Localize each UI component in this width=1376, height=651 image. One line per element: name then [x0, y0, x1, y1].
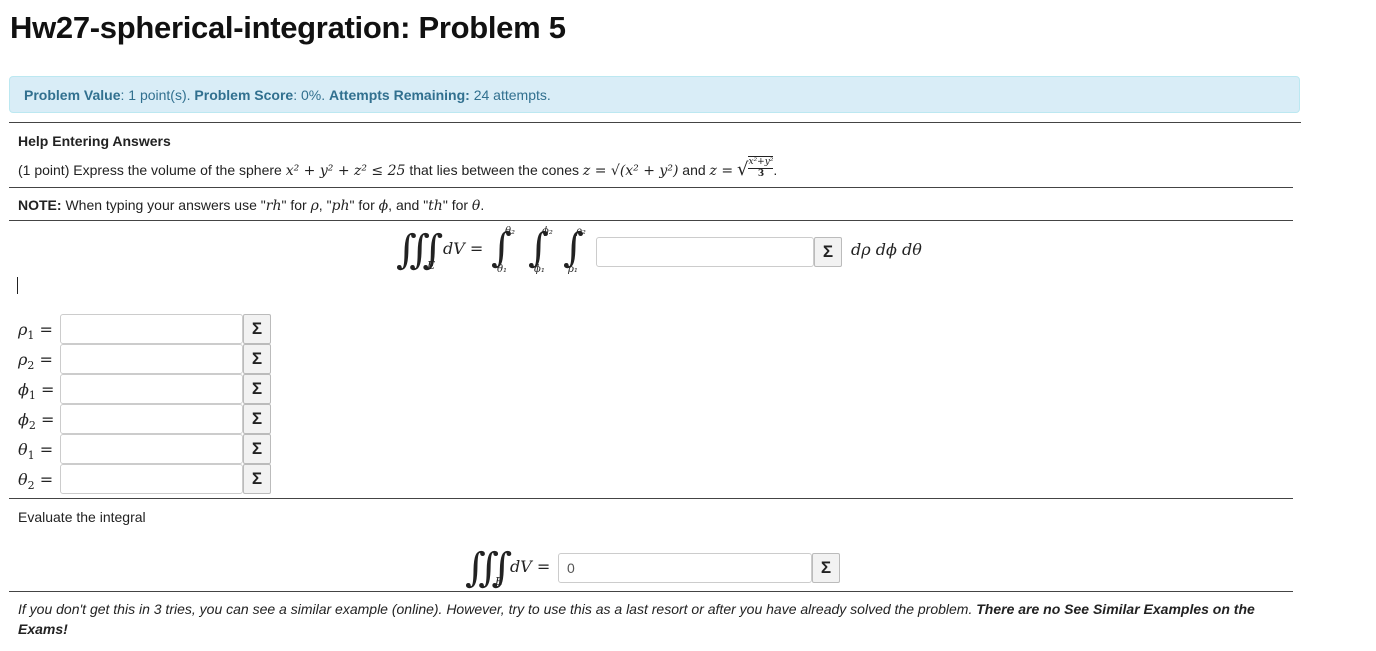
bound-symbol: θ [18, 440, 28, 459]
bound-subscript: 2 [27, 479, 35, 493]
problem-value-text: : 1 point(s). [120, 87, 191, 103]
equals-sign: = [35, 380, 55, 399]
integral-value-input[interactable] [558, 553, 812, 583]
problem-info-bar: Problem Value: 1 point(s). Problem Score… [9, 76, 1300, 113]
note-ph: ph [331, 198, 350, 214]
eval-triple-integral-symbol: ∭ [465, 545, 513, 591]
limit-theta-lower: θ₁ [497, 264, 508, 275]
integrand-equation-editor-button[interactable]: Σ [814, 237, 842, 267]
sqrt-icon: √ [737, 159, 749, 180]
evaluate-label: Evaluate the integral [18, 509, 146, 525]
note-rho: ρ [310, 198, 319, 214]
sphere-inequality: x² + y² + z² ≤ 25 [285, 163, 406, 179]
limit-theta-upper: θ₂ [505, 226, 516, 237]
triple-integral-symbol: ∭ [396, 227, 444, 273]
note-text: . [480, 197, 485, 213]
note-text: " for [349, 197, 375, 213]
divider [9, 220, 1293, 221]
note-label: NOTE: [18, 197, 62, 213]
equals-sign: = [34, 350, 53, 369]
bound-equation-editor-button[interactable]: Σ [243, 344, 271, 374]
problem-score-text: : 0%. [293, 87, 326, 103]
bound-label: θ2 = [18, 470, 53, 492]
equals-sign: = [34, 320, 53, 339]
text-cursor [17, 277, 18, 294]
note-text: , " [318, 197, 332, 213]
integral-value-equation-editor-button[interactable]: Σ [812, 553, 840, 583]
divider [9, 187, 1293, 188]
equals-sign: = [34, 470, 54, 489]
cone-1: z = √(x² + y²) [582, 163, 679, 179]
note-th: th [428, 198, 443, 214]
bound-subscript: 1 [27, 449, 35, 463]
bound-input[interactable] [60, 404, 243, 434]
bound-symbol: ρ [18, 320, 28, 339]
bound-equation-editor-button[interactable]: Σ [243, 464, 271, 494]
eval-integral-dv: dV = [510, 557, 551, 576]
integral-differentials: dρ dϕ dθ [851, 240, 922, 259]
bound-label: ϕ2 = [18, 410, 54, 432]
note-text: When typing your answers use " [65, 197, 266, 213]
cone-2-fraction: x²+y² 3 [748, 156, 774, 180]
attempts-remaining-label: Attempts Remaining: [329, 87, 470, 103]
problem-middle: that lies between the cones [409, 162, 579, 178]
problem-prefix: (1 point) Express the volume of the sphe… [18, 162, 282, 178]
cone-2-denominator: 3 [757, 169, 765, 180]
bound-symbol: θ [18, 470, 28, 489]
bound-subscript: 2 [28, 419, 36, 433]
equals-sign: = [35, 410, 55, 429]
bound-input[interactable] [60, 434, 243, 464]
cone-2-numerator: x²+y² [748, 157, 774, 170]
similar-example-note: If you don't get this in 3 tries, you ca… [18, 599, 1278, 639]
page-title: Hw27-spherical-integration: Problem 5 [10, 10, 566, 45]
note-text: " for [442, 197, 469, 213]
limit-phi-upper: ϕ₂ [542, 226, 553, 237]
problem-period: . [773, 162, 778, 178]
note-text: , and " [388, 197, 429, 213]
eval-integral-domain: E [495, 575, 504, 588]
integral-domain: E [427, 259, 436, 272]
divider [9, 591, 1293, 592]
footer-text: If you don't get this in 3 tries, you ca… [18, 601, 973, 617]
bound-label: ϕ1 = [18, 380, 54, 402]
divider [9, 498, 1293, 499]
bound-symbol: ϕ [18, 380, 29, 399]
bound-subscript: 1 [28, 389, 36, 403]
problem-statement: (1 point) Express the volume of the sphe… [18, 156, 778, 183]
cone-2-lhs: z = [709, 163, 734, 179]
problem-and: and [682, 162, 706, 178]
limit-phi-lower: ϕ₁ [534, 264, 545, 275]
bound-equation-editor-button[interactable]: Σ [243, 404, 271, 434]
bound-input[interactable] [60, 344, 243, 374]
bound-label: ρ1 = [18, 320, 53, 342]
bound-label: ρ2 = [18, 350, 53, 372]
equals-sign: = [34, 440, 54, 459]
help-entering-answers-link[interactable]: Help Entering Answers [18, 133, 171, 149]
bound-equation-editor-button[interactable]: Σ [243, 314, 271, 344]
limit-rho-upper: ρ₂ [576, 226, 586, 237]
problem-score-label: Problem Score [194, 87, 294, 103]
bound-symbol: ρ [18, 350, 28, 369]
note-line: NOTE: When typing your answers use "rh" … [18, 197, 484, 214]
limit-rho-lower: ρ₁ [568, 264, 578, 275]
bound-input[interactable] [60, 374, 243, 404]
bound-equation-editor-button[interactable]: Σ [243, 434, 271, 464]
integral-dv: dV = [443, 239, 484, 258]
bound-equation-editor-button[interactable]: Σ [243, 374, 271, 404]
integrand-input[interactable] [596, 237, 814, 267]
problem-value-label: Problem Value [24, 87, 121, 103]
bound-symbol: ϕ [18, 410, 29, 429]
note-text: " for [281, 197, 307, 213]
note-phi: ϕ [378, 198, 389, 214]
note-rh: rh [265, 198, 282, 214]
bound-input[interactable] [60, 464, 243, 494]
divider [9, 122, 1301, 123]
attempts-remaining-text: 24 attempts. [473, 87, 551, 103]
bound-input[interactable] [60, 314, 243, 344]
bound-label: θ1 = [18, 440, 53, 462]
